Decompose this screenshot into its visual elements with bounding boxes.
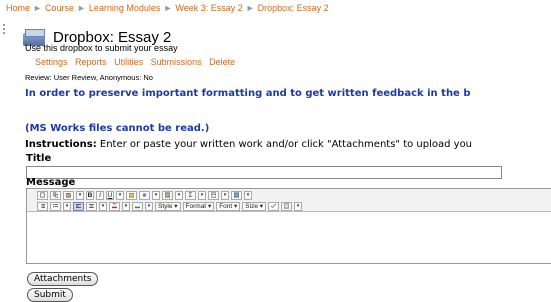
- folder-icon[interactable]: [126, 190, 137, 200]
- table-icon[interactable]: [208, 190, 219, 200]
- submissions-link[interactable]: Submissions: [151, 57, 202, 67]
- review-info: Review: User Review, Anonymous: No: [25, 73, 153, 82]
- align-center-icon[interactable]: [86, 201, 97, 211]
- breadcrumb-course[interactable]: Course: [45, 3, 74, 13]
- breadcrumb-learning-modules[interactable]: Learning Modules: [89, 3, 161, 13]
- style-dropdown[interactable]: Style ▾: [155, 201, 181, 211]
- link-dropdown[interactable]: ▾: [152, 190, 160, 200]
- submit-button[interactable]: Submit: [27, 288, 73, 302]
- more-dropdown[interactable]: ▾: [294, 201, 303, 211]
- highlight-dropdown[interactable]: ▾: [145, 201, 153, 211]
- equation-icon[interactable]: Σ: [185, 190, 196, 200]
- message-editor[interactable]: ▾ B I U ▾ ▾ ▾ Σ ▾ ▾ ▾ ▾ ▾ ▾ ▾ Style ▾ Fo…: [26, 188, 551, 264]
- breadcrumb-home[interactable]: Home: [6, 3, 30, 13]
- spellcheck-icon[interactable]: [268, 201, 280, 211]
- bold-button[interactable]: B: [86, 190, 94, 200]
- align-left-icon[interactable]: [73, 201, 84, 211]
- equation-dropdown[interactable]: ▾: [198, 190, 206, 200]
- instructions: Instructions: Enter or paste your writte…: [25, 139, 472, 150]
- attachments-button[interactable]: Attachments: [27, 272, 99, 286]
- instructions-label: Instructions:: [25, 139, 97, 150]
- italic-button[interactable]: I: [96, 190, 104, 200]
- media-dropdown[interactable]: ▾: [244, 190, 252, 200]
- message-label: Message: [26, 177, 76, 188]
- delete-link[interactable]: Delete: [209, 57, 235, 67]
- align-dropdown[interactable]: ▾: [99, 201, 107, 211]
- media-icon[interactable]: [231, 190, 242, 200]
- text-color-dropdown[interactable]: ▾: [122, 201, 130, 211]
- bullet-list-icon[interactable]: [50, 201, 61, 211]
- highlight-icon[interactable]: [132, 201, 143, 211]
- new-document-icon[interactable]: [37, 190, 48, 200]
- paste-options-dropdown[interactable]: ▾: [76, 190, 84, 200]
- page-subtitle: Use this dropbox to submit your essay: [25, 43, 178, 53]
- breadcrumb-dropbox[interactable]: Dropbox: Essay 2: [258, 3, 329, 13]
- title-label: Title: [26, 153, 52, 164]
- title-input[interactable]: [26, 166, 502, 179]
- resize-grip[interactable]: [0, 22, 8, 36]
- copy-icon[interactable]: [50, 190, 61, 200]
- editor-toolbar: ▾ B I U ▾ ▾ ▾ Σ ▾ ▾ ▾ ▾ ▾ ▾ ▾ Style ▾ Fo…: [27, 189, 551, 212]
- instructions-text: Enter or paste your written work and/or …: [96, 139, 473, 150]
- link-icon[interactable]: [139, 190, 150, 200]
- image-dropdown[interactable]: ▾: [175, 190, 183, 200]
- underline-button[interactable]: U: [106, 190, 114, 200]
- text-color-icon[interactable]: [109, 201, 120, 211]
- text-style-dropdown[interactable]: ▾: [116, 190, 124, 200]
- formatting-notice: In order to preserve important formattin…: [25, 88, 471, 99]
- breadcrumb-week3[interactable]: Week 3: Essay 2: [175, 3, 242, 13]
- reports-link[interactable]: Reports: [75, 57, 107, 67]
- source-icon[interactable]: [281, 201, 293, 211]
- breadcrumb: Home ► Course ► Learning Modules ► Week 3: Ess…: [6, 3, 329, 13]
- format-dropdown[interactable]: Format ▾: [182, 201, 215, 211]
- font-dropdown[interactable]: Font ▾: [216, 201, 241, 211]
- table-dropdown[interactable]: ▾: [221, 190, 229, 200]
- utilities-link[interactable]: Utilities: [114, 57, 143, 67]
- size-dropdown[interactable]: Size ▾: [242, 201, 267, 211]
- numbered-list-icon[interactable]: [37, 201, 48, 211]
- list-dropdown[interactable]: ▾: [63, 201, 71, 211]
- settings-link[interactable]: Settings: [35, 57, 68, 67]
- image-icon[interactable]: [162, 190, 173, 200]
- action-links: Settings Reports Utilities Submissions D…: [35, 57, 240, 67]
- ms-works-notice: (MS Works files cannot be read.): [25, 123, 210, 134]
- paste-icon[interactable]: [63, 190, 74, 200]
